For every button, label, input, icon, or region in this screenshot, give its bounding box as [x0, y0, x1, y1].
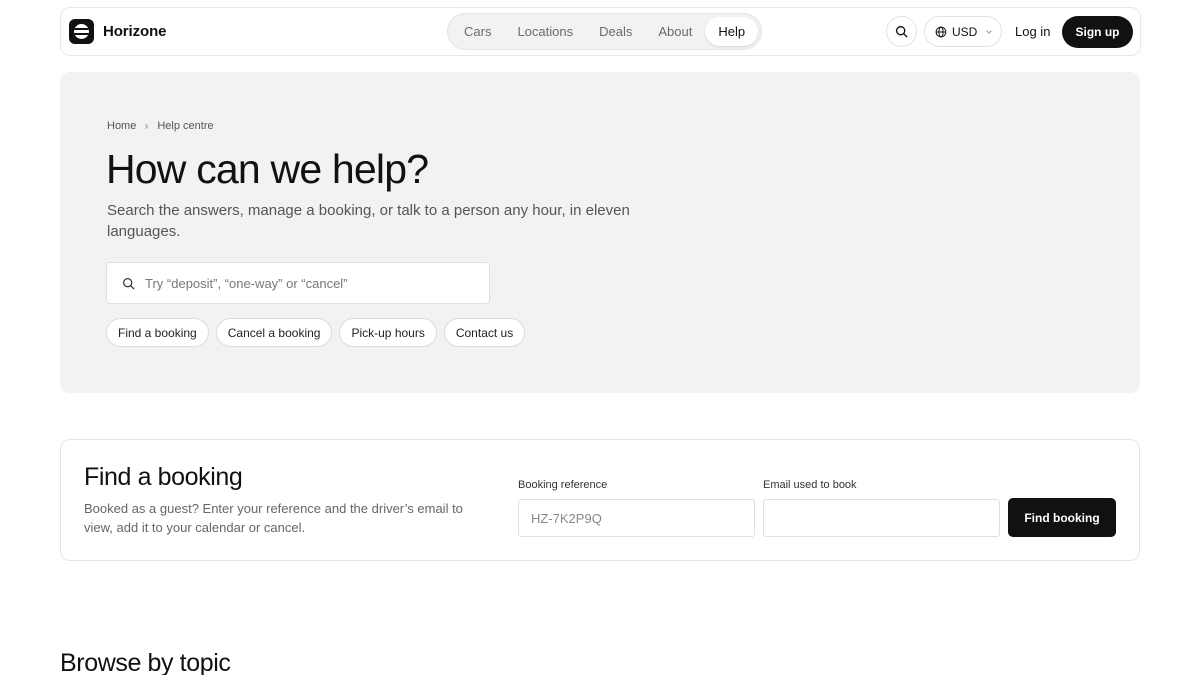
top-navbar: Horizone Cars Locations Deals About Help… — [60, 7, 1141, 56]
brand-name: Horizone — [103, 23, 167, 40]
nav-item-locations[interactable]: Locations — [504, 17, 586, 46]
quick-link-contact-us[interactable]: Contact us — [443, 318, 526, 347]
nav-item-cars[interactable]: Cars — [451, 17, 504, 46]
help-hero: Home Help centre How can we help? Search… — [60, 72, 1140, 393]
main-nav: Cars Locations Deals About Help — [447, 13, 763, 50]
breadcrumb-home[interactable]: Home — [107, 120, 136, 132]
booking-reference-input[interactable] — [531, 510, 741, 526]
currency-selector[interactable]: USD — [924, 16, 1002, 47]
help-search-box — [106, 262, 490, 304]
find-booking-card: Find a booking Booked as a guest? Enter … — [60, 439, 1140, 561]
booking-reference-field — [518, 499, 755, 537]
browse-topics-heading: Browse by topic — [60, 649, 231, 675]
booking-email-field — [763, 499, 1000, 537]
find-booking-button[interactable]: Find booking — [1008, 498, 1116, 537]
signup-button[interactable]: Sign up — [1062, 16, 1133, 48]
nav-item-deals[interactable]: Deals — [586, 17, 645, 46]
currency-label: USD — [952, 24, 978, 39]
brand-link[interactable]: Horizone — [69, 19, 166, 44]
quick-links: Find a booking Cancel a booking Pick-up … — [106, 318, 532, 347]
nav-item-help[interactable]: Help — [705, 17, 759, 46]
booking-email-label: Email used to book — [763, 479, 857, 491]
chevron-right-icon — [143, 123, 150, 130]
find-booking-title: Find a booking — [84, 463, 243, 491]
chevron-down-icon — [986, 29, 993, 34]
breadcrumb: Home Help centre — [107, 120, 214, 132]
nav-item-about[interactable]: About — [645, 17, 705, 46]
search-button[interactable] — [886, 16, 917, 47]
horizone-logo-icon — [69, 19, 94, 44]
quick-link-pickup-hours[interactable]: Pick-up hours — [339, 318, 437, 347]
search-icon — [895, 25, 908, 38]
quick-link-cancel-booking[interactable]: Cancel a booking — [215, 318, 333, 347]
booking-email-input[interactable] — [776, 510, 986, 526]
booking-reference-label: Booking reference — [518, 479, 608, 491]
page-subtitle: Search the answers, manage a booking, or… — [107, 202, 630, 240]
quick-link-find-booking[interactable]: Find a booking — [106, 318, 209, 347]
breadcrumb-current: Help centre — [157, 120, 214, 132]
globe-icon — [935, 26, 947, 37]
search-icon — [123, 277, 135, 289]
page-title: How can we help? — [106, 146, 429, 192]
help-search-input[interactable] — [145, 275, 475, 291]
find-booking-description: Booked as a guest? Enter your reference … — [84, 501, 463, 535]
login-link[interactable]: Log in — [1015, 24, 1050, 39]
